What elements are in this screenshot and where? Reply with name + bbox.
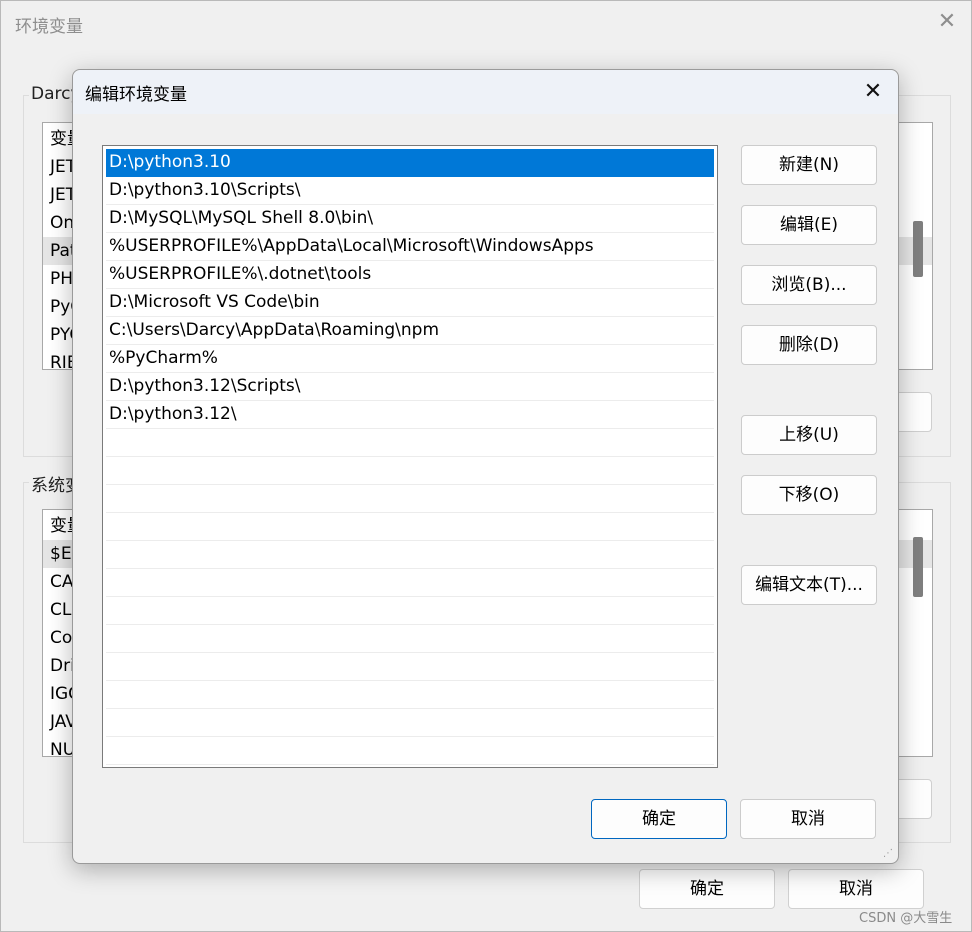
path-list-item[interactable]: %USERPROFILE%\.dotnet\tools <box>106 261 714 289</box>
path-list-item[interactable] <box>106 513 714 541</box>
delete-button[interactable]: 删除(D) <box>741 325 877 365</box>
path-list-item[interactable] <box>106 541 714 569</box>
edit-environment-variable-dialog: 编辑环境变量 ✕ D:\python3.10 D:\python3.10\Scri… <box>72 69 899 864</box>
path-list-item[interactable]: %USERPROFILE%\AppData\Local\Microsoft\Wi… <box>106 233 714 261</box>
move-down-button[interactable]: 下移(O) <box>741 475 877 515</box>
ok-button[interactable]: 确定 <box>591 799 727 839</box>
close-icon[interactable]: ✕ <box>935 10 959 34</box>
scrollbar-thumb[interactable] <box>913 537 923 597</box>
cancel-button[interactable]: 取消 <box>788 869 924 909</box>
dialog-titlebar[interactable]: 编辑环境变量 ✕ <box>73 70 898 114</box>
scrollbar-thumb[interactable] <box>913 221 923 277</box>
path-list-item[interactable] <box>106 653 714 681</box>
path-list-item[interactable] <box>106 709 714 737</box>
edit-text-button[interactable]: 编辑文本(T)... <box>741 565 877 605</box>
ok-button[interactable]: 确定 <box>639 869 775 909</box>
path-list-item[interactable]: %PyCharm% <box>106 345 714 373</box>
path-list-item[interactable]: D:\python3.12\ <box>106 401 714 429</box>
edit-button[interactable]: 编辑(E) <box>741 205 877 245</box>
resize-grip-icon[interactable]: ⋰ <box>883 848 895 860</box>
path-list-item[interactable] <box>106 457 714 485</box>
watermark: CSDN @大雪生 <box>859 911 953 926</box>
path-list-item[interactable] <box>106 625 714 653</box>
path-list-item[interactable] <box>106 597 714 625</box>
dialog-title: 编辑环境变量 <box>85 85 187 105</box>
path-list-item[interactable] <box>106 569 714 597</box>
cancel-button[interactable]: 取消 <box>740 799 876 839</box>
path-list-item[interactable] <box>106 485 714 513</box>
path-list-item[interactable]: D:\python3.10 <box>106 149 714 177</box>
path-list[interactable]: D:\python3.10 D:\python3.10\Scripts\ D:\My… <box>102 145 718 768</box>
path-list-item[interactable]: D:\python3.12\Scripts\ <box>106 373 714 401</box>
path-list-item[interactable]: C:\Users\Darcy\AppData\Roaming\npm <box>106 317 714 345</box>
browse-button[interactable]: 浏览(B)... <box>741 265 877 305</box>
path-list-item[interactable]: D:\python3.10\Scripts\ <box>106 177 714 205</box>
path-list-item[interactable]: D:\Microsoft VS Code\bin <box>106 289 714 317</box>
window-title: 环境变量 <box>15 17 83 37</box>
path-list-item[interactable] <box>106 737 714 765</box>
move-up-button[interactable]: 上移(U) <box>741 415 877 455</box>
close-icon[interactable]: ✕ <box>858 77 888 107</box>
path-list-item[interactable]: D:\MySQL\MySQL Shell 8.0\bin\ <box>106 205 714 233</box>
new-button[interactable]: 新建(N) <box>741 145 877 185</box>
path-list-item[interactable] <box>106 681 714 709</box>
path-list-item[interactable] <box>106 429 714 457</box>
